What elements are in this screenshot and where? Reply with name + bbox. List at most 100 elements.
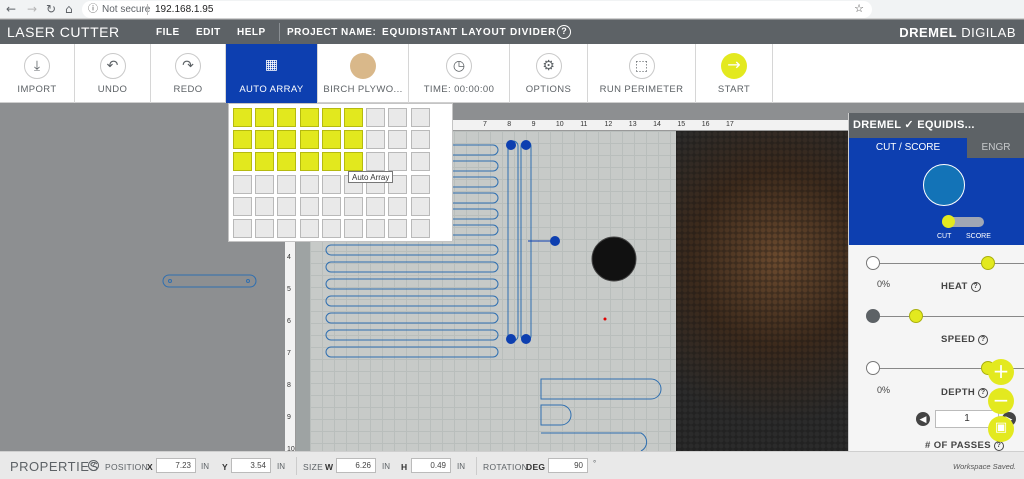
url-text[interactable]: 192.168.1.95 xyxy=(155,1,213,18)
fit-view-icon[interactable]: ▣ xyxy=(988,416,1014,442)
run-perimeter-button[interactable]: ⬚ RUN PERIMETER xyxy=(588,44,696,103)
array-cell-r3-c7[interactable] xyxy=(366,152,386,172)
array-cell-r2-c8[interactable] xyxy=(388,130,408,150)
menu-help[interactable]: HELP xyxy=(237,27,266,38)
home-icon[interactable]: ⌂ xyxy=(65,2,73,16)
array-cell-r1-c3[interactable] xyxy=(277,108,297,127)
cut-score-toggle[interactable] xyxy=(942,215,984,228)
array-cell-r3-c3[interactable] xyxy=(277,152,297,172)
array-cell-r2-c5[interactable] xyxy=(321,130,341,150)
offcanvas-part[interactable] xyxy=(162,273,257,289)
array-cell-r1-c4[interactable] xyxy=(299,108,319,127)
zoom-out-icon[interactable]: − xyxy=(988,388,1014,414)
start-button[interactable]: → START xyxy=(696,44,773,103)
speed-min-handle[interactable] xyxy=(866,309,880,323)
array-cell-r6-c3[interactable] xyxy=(277,219,297,238)
tab-engrave[interactable]: ENGR xyxy=(967,138,1024,158)
passes-decrement-icon[interactable]: ◀ xyxy=(916,412,930,426)
speed-help-icon[interactable]: ? xyxy=(978,335,989,345)
heat-help-icon[interactable]: ? xyxy=(970,282,981,292)
array-cell-r6-c6[interactable] xyxy=(344,219,363,238)
array-cell-r5-c2[interactable] xyxy=(255,196,275,216)
array-cell-r1-c6[interactable] xyxy=(344,108,363,127)
array-cell-r6-c5[interactable] xyxy=(321,219,341,238)
help-icon[interactable]: ? xyxy=(557,25,571,39)
menu-file[interactable]: FILE xyxy=(156,27,180,38)
tab-cut-score[interactable]: CUT / SCORE xyxy=(849,138,967,158)
forward-icon[interactable]: → xyxy=(27,2,37,16)
array-cell-r3-c9[interactable] xyxy=(410,152,430,172)
array-cell-r4-c2[interactable] xyxy=(255,174,275,194)
reload-icon[interactable]: ↻ xyxy=(46,2,56,16)
array-cell-r3-c6[interactable] xyxy=(344,152,363,172)
heat-handle[interactable] xyxy=(981,256,995,270)
undo-button[interactable]: ↶ UNDO xyxy=(75,44,151,103)
address-bar[interactable]: ⓘ Not secure 192.168.1.95 ☆ xyxy=(82,1,872,18)
array-cell-r5-c3[interactable] xyxy=(277,196,297,216)
array-cell-r2-c6[interactable] xyxy=(344,130,363,150)
array-cell-r4-c5[interactable] xyxy=(321,174,341,194)
array-cell-r4-c1[interactable] xyxy=(233,174,252,194)
speed-slider[interactable] xyxy=(866,309,1024,323)
redo-button[interactable]: ↷ REDO xyxy=(151,44,226,103)
array-cell-r5-c6[interactable] xyxy=(344,196,363,216)
array-cell-r1-c2[interactable] xyxy=(255,108,275,127)
array-cell-r1-c5[interactable] xyxy=(321,108,341,127)
array-cell-r6-c9[interactable] xyxy=(410,219,430,238)
array-cell-r5-c1[interactable] xyxy=(233,196,252,216)
array-cell-r2-c3[interactable] xyxy=(277,130,297,150)
array-cell-r3-c4[interactable] xyxy=(299,152,319,172)
passes-help-icon[interactable]: ? xyxy=(994,441,1004,451)
array-cell-r4-c9[interactable] xyxy=(410,174,430,194)
y-input[interactable]: 3.54 xyxy=(231,458,271,473)
array-cell-r2-c4[interactable] xyxy=(299,130,319,150)
heat-slider[interactable] xyxy=(866,256,1024,270)
array-cell-r3-c5[interactable] xyxy=(321,152,341,172)
array-cell-r1-c8[interactable] xyxy=(388,108,408,127)
array-cell-r2-c1[interactable] xyxy=(233,130,252,150)
array-cell-r3-c8[interactable] xyxy=(388,152,408,172)
array-cell-r1-c7[interactable] xyxy=(366,108,386,127)
material-button[interactable]: BIRCH PLYWO... xyxy=(318,44,409,103)
array-cell-r6-c1[interactable] xyxy=(233,219,252,238)
array-cell-r5-c9[interactable] xyxy=(410,196,430,216)
array-cell-r3-c1[interactable] xyxy=(233,152,252,172)
h-input[interactable]: 0.49 xyxy=(411,458,451,473)
array-cell-r1-c9[interactable] xyxy=(410,108,430,127)
color-swatch[interactable] xyxy=(923,164,965,206)
back-icon[interactable]: ← xyxy=(6,2,16,16)
array-cell-r1-c1[interactable] xyxy=(233,108,252,127)
auto-array-button[interactable]: ▦ AUTO ARRAY xyxy=(226,44,318,103)
array-cell-r4-c4[interactable] xyxy=(299,174,319,194)
properties-help-icon[interactable]: ? xyxy=(88,460,99,471)
depth-min-handle[interactable] xyxy=(866,361,880,375)
speed-handle[interactable] xyxy=(909,309,923,323)
zoom-in-icon[interactable]: + xyxy=(988,359,1014,385)
array-cell-r2-c9[interactable] xyxy=(410,130,430,150)
star-icon[interactable]: ☆ xyxy=(854,1,864,18)
x-input[interactable]: 7.23 xyxy=(156,458,196,473)
options-button[interactable]: ⚙ OPTIONS xyxy=(510,44,588,103)
w-input[interactable]: 6.26 xyxy=(336,458,376,473)
array-cell-r2-c2[interactable] xyxy=(255,130,275,150)
project-name[interactable]: EQUIDISTANT LAYOUT DIVIDER xyxy=(382,27,556,38)
array-cell-r3-c2[interactable] xyxy=(255,152,275,172)
array-cell-r5-c4[interactable] xyxy=(299,196,319,216)
rotation-input[interactable]: 90 xyxy=(548,458,588,473)
toggle-knob[interactable] xyxy=(942,215,955,228)
array-cell-r6-c7[interactable] xyxy=(366,219,386,238)
array-cell-r5-c5[interactable] xyxy=(321,196,341,216)
array-cell-r6-c8[interactable] xyxy=(388,219,408,238)
import-button[interactable]: ⤓ IMPORT xyxy=(0,44,75,103)
depth-help-icon[interactable]: ? xyxy=(978,388,989,398)
array-cell-r6-c4[interactable] xyxy=(299,219,319,238)
array-cell-r5-c8[interactable] xyxy=(388,196,408,216)
array-cell-r4-c3[interactable] xyxy=(277,174,297,194)
array-cell-r6-c2[interactable] xyxy=(255,219,275,238)
auto-array-popup[interactable] xyxy=(228,103,453,242)
info-circle-icon[interactable]: ⓘ xyxy=(88,1,98,18)
array-cell-r2-c7[interactable] xyxy=(366,130,386,150)
heat-min-handle[interactable] xyxy=(866,256,880,270)
array-cell-r5-c7[interactable] xyxy=(366,196,386,216)
menu-edit[interactable]: EDIT xyxy=(196,27,221,38)
